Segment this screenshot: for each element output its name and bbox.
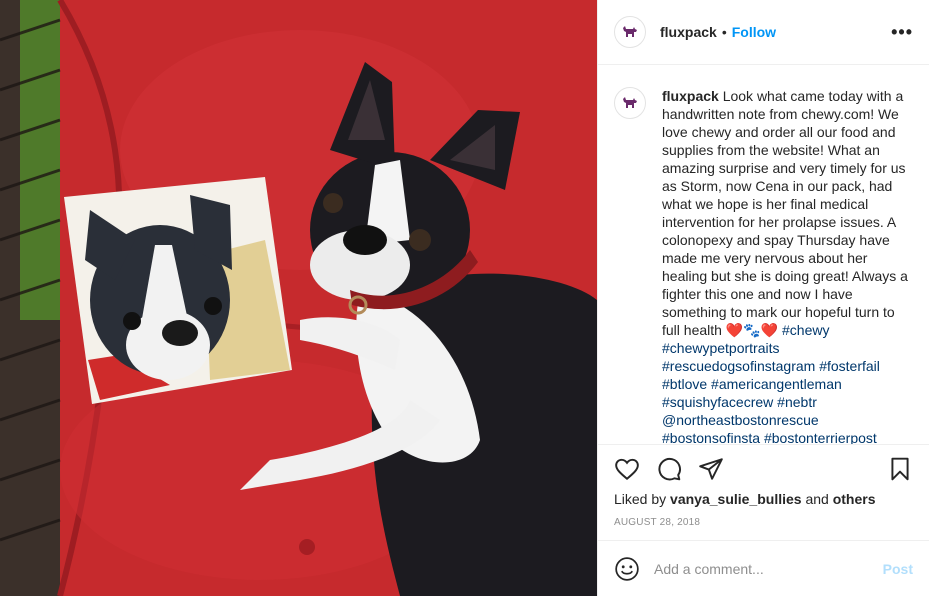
hashtag[interactable]: #chewy — [782, 322, 829, 338]
avatar[interactable] — [614, 16, 646, 48]
follow-button[interactable]: Follow — [732, 24, 776, 40]
likes-others-link[interactable]: others — [833, 491, 876, 507]
boston-terrier-photo — [0, 0, 597, 596]
dog-portrait-canvas — [64, 177, 292, 404]
bookmark-icon[interactable] — [887, 456, 913, 482]
likes-prefix: Liked by — [614, 491, 667, 507]
emoji-icon[interactable] — [614, 556, 640, 582]
cushion-button — [299, 539, 315, 555]
caption-section: fluxpack Look what came today with a han… — [598, 65, 929, 444]
dog-logo-icon — [623, 26, 637, 37]
comment-input[interactable]: Add a comment... — [654, 561, 764, 577]
caption-avatar[interactable] — [614, 87, 646, 119]
username-link[interactable]: fluxpack — [660, 24, 717, 40]
hashtag[interactable]: #americangentleman — [711, 376, 842, 392]
grass-background — [20, 0, 60, 320]
paper-plane-icon[interactable] — [698, 456, 724, 482]
hashtag[interactable]: #bostonterrierpost — [764, 430, 877, 444]
likes-conj: and — [805, 491, 829, 507]
caption-body: Look what came today with a handwritten … — [662, 88, 908, 338]
mention[interactable]: @northeastbostonrescue — [662, 412, 819, 428]
liker-username[interactable]: vanya_sulie_bullies — [670, 491, 802, 507]
likes-summary: Liked by vanya_sulie_bullies and others — [614, 491, 913, 507]
post-header: fluxpack • Follow ••• — [598, 0, 929, 65]
caption-username[interactable]: fluxpack — [662, 88, 719, 104]
comment-icon[interactable] — [656, 456, 682, 482]
post-date[interactable]: AUGUST 28, 2018 — [614, 517, 913, 528]
heart-icon[interactable] — [614, 456, 640, 482]
comment-bar: Add a comment... Post — [598, 540, 929, 596]
dog-logo-icon — [623, 97, 637, 108]
hashtag[interactable]: #fosterfail — [819, 358, 880, 374]
hashtag[interactable]: #rescuedogsofinstagram — [662, 358, 815, 374]
post-sidebar: fluxpack • Follow ••• fluxpack Look what… — [597, 0, 929, 596]
separator-dot: • — [721, 24, 727, 40]
hashtag[interactable]: #btlove — [662, 376, 707, 392]
more-options-icon[interactable]: ••• — [891, 22, 913, 43]
hashtag[interactable]: #nebtr — [777, 394, 817, 410]
action-icons — [614, 453, 913, 485]
hashtag[interactable]: #squishyfacecrew — [662, 394, 773, 410]
post-photo[interactable] — [0, 0, 597, 596]
post-actions: Liked by vanya_sulie_bullies and others … — [598, 444, 929, 540]
hashtag[interactable]: #bostonsofinsta — [662, 430, 760, 444]
hashtag[interactable]: #chewypetportraits — [662, 340, 780, 356]
post-comment-button[interactable]: Post — [883, 561, 913, 577]
instagram-post: fluxpack • Follow ••• fluxpack Look what… — [0, 0, 929, 596]
caption-text: fluxpack Look what came today with a han… — [662, 87, 913, 444]
